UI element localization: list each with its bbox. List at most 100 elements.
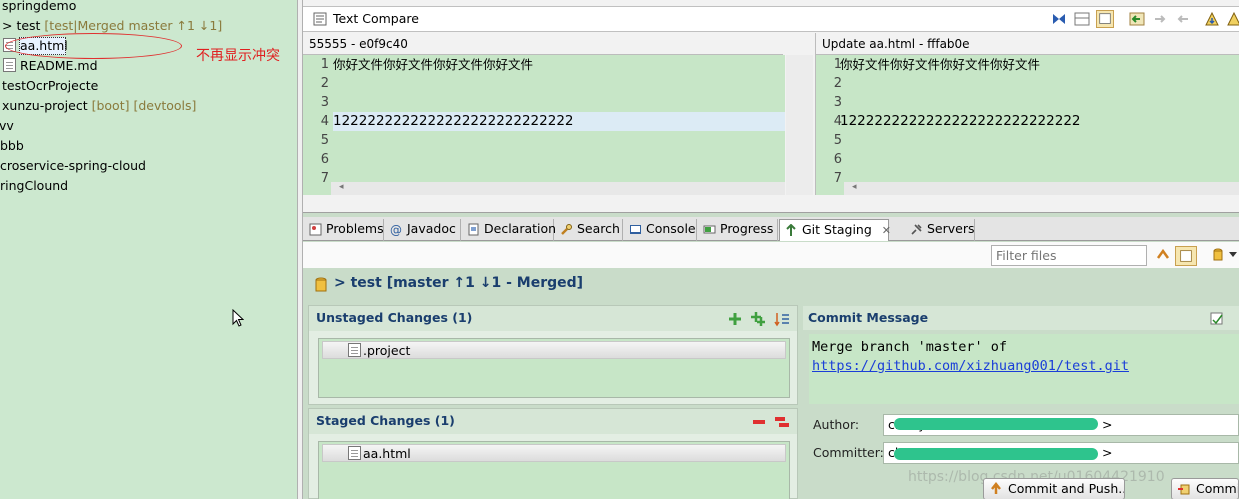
compare-center-ruler[interactable] — [786, 55, 813, 195]
repository-icon — [315, 277, 327, 292]
bottom-views: Problems @ Javadoc Declaration Search Co… — [303, 213, 1239, 499]
tab-progress[interactable]: Progress — [698, 219, 778, 241]
tree-item-xunzu-project[interactable]: xunzu-project [boot] [devtools] — [2, 96, 196, 116]
right-code[interactable]: 你好文件你好文件你好文件你好文件 12222222222222222222222… — [840, 55, 1239, 195]
commit-push-icon — [991, 482, 1001, 494]
copy-current-right-icon[interactable] — [1151, 10, 1169, 28]
add-to-index-icon[interactable] — [728, 312, 742, 326]
show-ancestor-icon[interactable] — [1050, 10, 1068, 28]
tree-item-croservice[interactable]: croservice-spring-cloud — [0, 156, 146, 176]
tab-servers[interactable]: Servers — [905, 219, 975, 241]
tree-item-vv[interactable]: vv — [0, 116, 14, 136]
at-sign-icon: @ — [390, 223, 402, 237]
tab-declaration[interactable]: Declaration — [462, 219, 556, 241]
right-compare-pane[interactable]: 1 2 3 4 5 6 7 你好文件你好文件你好文件你好文件 122222222… — [815, 55, 1239, 195]
unstaged-changes-section: Unstaged Changes (1) .project — [308, 305, 798, 405]
redaction-mark — [894, 448, 1098, 460]
spell-check-icon[interactable] — [1210, 311, 1224, 325]
console-icon — [630, 225, 641, 234]
scroll-left-icon[interactable]: ◂ — [339, 182, 344, 192]
unstaged-files-list[interactable]: .project — [318, 338, 790, 398]
view-menu-chevron-down-icon[interactable] — [1228, 251, 1238, 259]
commit-message-link[interactable]: https://github.com/xizhuang001/test.git — [812, 357, 1236, 376]
html-file-icon — [348, 446, 361, 460]
committer-label: Committer: — [813, 445, 884, 460]
commit-icon — [1178, 484, 1190, 495]
staging-toolbar — [303, 242, 1239, 268]
filter-files-input[interactable] — [991, 245, 1147, 266]
redaction-mark — [894, 418, 1098, 430]
commit-message-input[interactable]: Merge branch 'master' of https://github.… — [809, 334, 1239, 404]
line-number-gutter: 1 2 3 4 5 6 7 — [320, 57, 329, 186]
close-tab-icon[interactable]: ✕ — [882, 224, 891, 237]
search-icon — [561, 224, 572, 235]
commit-button[interactable]: Commit — [1171, 478, 1239, 499]
add-all-to-index-icon[interactable] — [750, 311, 766, 327]
ignore-whitespace-icon[interactable] — [1096, 10, 1114, 28]
left-code[interactable]: 你好文件你好文件你好文件你好文件 12222222222222222222222… — [333, 55, 785, 195]
tree-item-testocrprojecte[interactable]: testOcrProjecte — [2, 76, 98, 96]
two-pane-icon[interactable] — [1073, 10, 1091, 28]
code-line: 你好文件你好文件你好文件你好文件 — [840, 57, 1041, 72]
markdown-file-icon — [3, 58, 16, 72]
view-tab-bar: Problems @ Javadoc Declaration Search Co… — [303, 217, 1239, 241]
right-horizontal-scrollbar[interactable]: ◂ — [844, 182, 1239, 195]
unstaged-changes-title: Unstaged Changes (1) — [309, 306, 797, 331]
tab-javadoc[interactable]: @ Javadoc — [385, 219, 461, 241]
staged-files-list[interactable]: aa.html — [318, 441, 790, 499]
copy-current-left-icon[interactable] — [1174, 10, 1192, 28]
compare-toolbar: Text Compare — [303, 6, 1239, 32]
committer-field[interactable]: chenyo> — [883, 442, 1239, 464]
compare-title: Text Compare — [333, 11, 419, 26]
tab-console[interactable]: Console — [624, 219, 697, 241]
next-difference-icon[interactable] — [1203, 10, 1221, 28]
tree-item-readme[interactable]: README.md — [3, 56, 98, 76]
list-item[interactable]: .project — [322, 341, 786, 359]
copy-all-left-icon[interactable] — [1128, 10, 1146, 28]
repository-icon[interactable] — [1210, 247, 1226, 263]
refresh-icon[interactable] — [1155, 247, 1171, 263]
progress-icon — [703, 225, 716, 234]
commit-and-push-button[interactable]: Commit and Push... — [983, 478, 1125, 499]
repository-title: > test [master ↑1 ↓1 - Merged] — [334, 275, 584, 291]
text-compare-editor: Text Compare 55555 - e0f9c40 Update aa.h… — [303, 0, 1239, 213]
tab-problems[interactable]: Problems — [304, 219, 384, 241]
sort-list-icon[interactable] — [774, 311, 790, 327]
tab-git-staging[interactable]: Git Staging ✕ — [779, 219, 891, 241]
list-item[interactable]: aa.html — [322, 444, 786, 462]
tree-item-label: > test — [2, 18, 41, 33]
tree-item-springdemo[interactable]: springdemo — [2, 0, 76, 16]
tree-item-decoration: [boot] [devtools] — [87, 98, 197, 113]
tree-item-decoration: [test|Merged master ↑1 ↓1] — [40, 18, 223, 33]
annotation-oval — [5, 33, 182, 59]
remove-from-index-icon[interactable] — [752, 417, 766, 427]
tree-item-bbb[interactable]: bbb — [0, 136, 24, 156]
tree-item-ringclound[interactable]: ringClound — [0, 176, 68, 196]
remove-all-from-index-icon[interactable] — [774, 414, 790, 430]
project-file-icon — [348, 343, 361, 357]
declaration-icon — [468, 223, 479, 236]
left-horizontal-scrollbar[interactable]: ◂ — [331, 182, 785, 195]
scroll-left-icon[interactable]: ◂ — [852, 182, 857, 192]
left-compare-pane[interactable]: 1 2 3 4 5 6 7 你好文件你好文件你好文件你好文件 122222222… — [303, 55, 785, 195]
project-explorer: springdemo > test [test|Merged master ↑1… — [0, 0, 297, 499]
presentation-icon[interactable] — [1175, 246, 1197, 266]
left-pane-header: 55555 - e0f9c40 — [303, 33, 783, 55]
previous-difference-icon[interactable] — [1225, 10, 1239, 28]
tab-search[interactable]: Search — [555, 219, 623, 241]
problems-icon — [309, 223, 322, 236]
staged-changes-title: Staged Changes (1) — [309, 409, 797, 434]
commit-message-title: Commit Message — [803, 306, 1239, 330]
code-line: 1222222222222222222222222222 — [840, 113, 1081, 129]
author-field[interactable]: chenyo> — [883, 414, 1239, 436]
repository-header: > test [master ↑1 ↓1 - Merged] — [303, 268, 1239, 300]
servers-icon — [911, 224, 922, 235]
